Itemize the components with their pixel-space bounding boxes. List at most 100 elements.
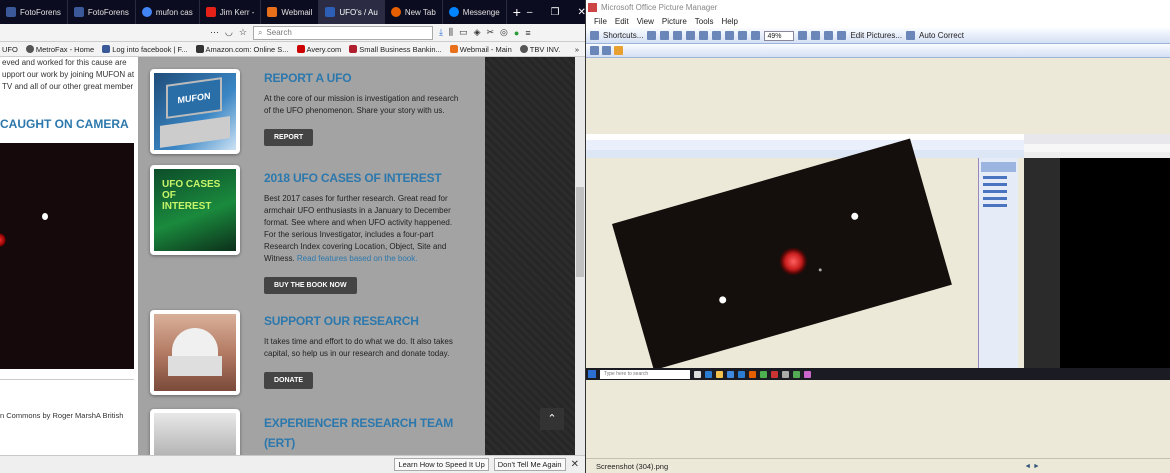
standard-toolbar: Shortcuts... 49% Edit Pictures... Auto C…: [586, 28, 1170, 44]
main-column: MUFON REPORT A UFO At the core of our mi…: [138, 57, 485, 455]
tab-label: Jim Kerr -: [219, 7, 255, 17]
amazon-icon: [195, 45, 204, 53]
tab-ufos[interactable]: UFO's / Au: [319, 0, 385, 24]
read-features-link[interactable]: Read features based on the book.: [297, 254, 418, 263]
book-cover-image: UFO CASES OF INTEREST: [154, 169, 236, 251]
support-research-heading[interactable]: SUPPORT OUR RESEARCH: [264, 314, 419, 328]
filmstrip-view-icon[interactable]: [602, 46, 611, 55]
undo-icon[interactable]: [738, 31, 748, 40]
print-icon[interactable]: [660, 31, 670, 40]
tab-jim-kerr[interactable]: Jim Kerr -: [200, 0, 262, 24]
tab-messenger[interactable]: Messenge: [443, 0, 507, 24]
bookmark-star-icon[interactable]: ☆: [239, 27, 247, 38]
notification-bar: Learn How to Speed It Up Don't Tell Me A…: [0, 455, 585, 473]
ert-card-image[interactable]: [150, 409, 240, 455]
buy-book-button[interactable]: BUY THE BOOK NOW: [264, 277, 357, 294]
globe-icon: [25, 45, 34, 53]
menu-file[interactable]: File: [594, 17, 607, 26]
restore-button[interactable]: ❐: [550, 7, 559, 18]
sidebar-icon[interactable]: ▭: [459, 27, 468, 38]
menu-icon[interactable]: ≡: [525, 28, 530, 38]
dark-sidebar: [485, 57, 575, 455]
edge-icon: [705, 370, 712, 378]
single-picture-view-icon[interactable]: [614, 46, 623, 55]
cut-icon[interactable]: [686, 31, 696, 40]
tab-fotoforensics-2[interactable]: FotoForens: [68, 0, 136, 24]
research-card-image[interactable]: [150, 310, 240, 395]
app-icon: [771, 370, 778, 378]
shortcuts-button[interactable]: Shortcuts...: [603, 31, 643, 40]
pocket-icon[interactable]: ◡: [225, 27, 233, 38]
picture-canvas[interactable]: Type here to search: [586, 58, 1170, 458]
tab-fotoforensics-1[interactable]: FotoForens: [0, 0, 68, 24]
copy-icon[interactable]: [699, 31, 709, 40]
report-ufo-heading[interactable]: REPORT A UFO: [264, 71, 352, 85]
menu-view[interactable]: View: [637, 17, 654, 26]
dont-tell-again-button[interactable]: Don't Tell Me Again: [493, 458, 566, 471]
red-light: [776, 244, 811, 279]
bookmarks-toolbar: UFO MetroFax - Home Log into facebook | …: [0, 42, 585, 57]
book-card-image[interactable]: UFO CASES OF INTEREST: [150, 165, 240, 255]
downloads-icon[interactable]: ⤓: [439, 27, 443, 38]
sync-icon[interactable]: ◎: [500, 27, 508, 38]
bookmark-tbv[interactable]: TBV INV.: [519, 44, 561, 54]
new-tab-button[interactable]: +: [507, 4, 527, 20]
picture-nav-arrows[interactable]: ◄ ►: [1024, 463, 1170, 470]
tab-favicon: [325, 7, 336, 17]
laptop-image: MUFON: [154, 73, 236, 150]
scrollbar-thumb[interactable]: [576, 187, 584, 277]
ufo-camera-image[interactable]: [0, 143, 134, 369]
paste-icon[interactable]: [712, 31, 722, 40]
inner-browser-image: [1060, 158, 1170, 368]
menu-help[interactable]: Help: [721, 17, 737, 26]
inner-task-pane-header: [981, 162, 1016, 172]
menu-edit[interactable]: Edit: [615, 17, 629, 26]
bookmark-avery[interactable]: Avery.com: [296, 45, 341, 54]
redo-icon[interactable]: [751, 31, 761, 40]
bookmark-ufo[interactable]: UFO: [2, 45, 18, 54]
zoom-select[interactable]: 49%: [764, 30, 795, 41]
addon-icon[interactable]: ●: [514, 28, 519, 38]
zoom-in-icon[interactable]: [798, 31, 808, 40]
bookmark-label: Log into facebook | F...: [112, 44, 188, 54]
donate-button[interactable]: DONATE: [264, 372, 314, 389]
edit-pictures-button[interactable]: Edit Pictures...: [850, 31, 902, 40]
delete-icon[interactable]: [725, 31, 735, 40]
more-bookmarks-button[interactable]: »: [575, 45, 583, 54]
tab-webmail[interactable]: Webmail: [261, 0, 320, 24]
cases-heading[interactable]: 2018 UFO CASES OF INTEREST: [264, 171, 442, 185]
tab-mufon-cases[interactable]: mufon cas: [136, 0, 200, 24]
scroll-to-top-button[interactable]: ⌃: [540, 408, 564, 430]
report-card-image[interactable]: MUFON: [150, 69, 240, 154]
notification-close-button[interactable]: ✕: [571, 459, 579, 470]
save-icon[interactable]: [647, 31, 657, 40]
firefox-window: FotoForens FotoForens mufon cas Jim Kerr…: [0, 0, 585, 473]
screenshot-icon[interactable]: ✂: [487, 27, 495, 38]
rotate-left-icon[interactable]: [811, 31, 821, 40]
menu-picture[interactable]: Picture: [662, 17, 687, 26]
email-icon[interactable]: [673, 31, 683, 40]
bookmark-amazon[interactable]: Amazon.com: Online S...: [195, 45, 289, 54]
bookmark-label: TBV INV.: [529, 44, 561, 54]
thumbnail-view-icon[interactable]: [590, 46, 599, 55]
auto-correct-button[interactable]: Auto Correct: [919, 31, 964, 40]
page-actions-icon[interactable]: ⋯: [210, 27, 219, 38]
vertical-scrollbar[interactable]: [575, 57, 585, 455]
extension-icon[interactable]: ◈: [474, 27, 481, 38]
report-button[interactable]: REPORT: [264, 129, 314, 146]
rotate-right-icon[interactable]: [824, 31, 834, 40]
close-button[interactable]: ✕: [577, 7, 585, 18]
library-icon[interactable]: ⫼: [449, 27, 453, 38]
menu-tools[interactable]: Tools: [695, 17, 714, 26]
bookmark-facebook[interactable]: Log into facebook | F...: [102, 44, 188, 54]
minimize-button[interactable]: –: [527, 7, 533, 18]
bookmark-webmail[interactable]: Webmail - Main: [449, 45, 512, 54]
ert-heading-abbrev[interactable]: (ERT): [264, 436, 295, 450]
learn-speed-button[interactable]: Learn How to Speed It Up: [394, 458, 489, 471]
inner-task-pane-link: [983, 183, 1007, 186]
tab-new-tab[interactable]: New Tab: [385, 0, 443, 24]
search-input[interactable]: ⌕ Search: [252, 25, 433, 40]
ert-heading[interactable]: EXPERIENCER RESEARCH TEAM: [264, 416, 453, 430]
bookmark-metrofax[interactable]: MetroFax - Home: [25, 45, 94, 54]
bookmark-small-business[interactable]: Small Business Bankin...: [349, 45, 442, 54]
